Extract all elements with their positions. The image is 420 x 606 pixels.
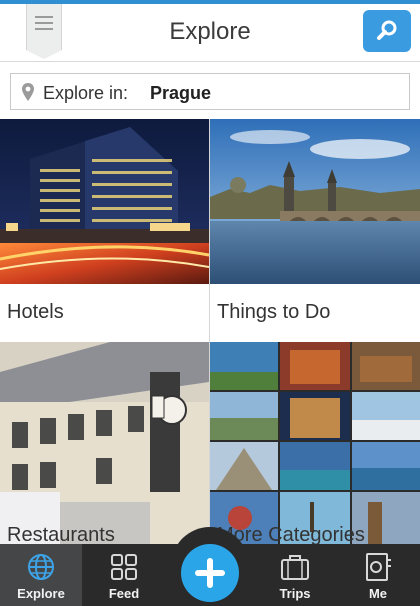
location-value: Prague [150,83,212,103]
tab-me[interactable]: Me [337,544,419,606]
globe-icon [28,554,54,580]
tab-feed[interactable]: Feed [83,544,165,606]
grid-divider [209,119,210,544]
hotels-image [0,119,209,284]
map-pin-icon [22,83,34,101]
search-icon [377,20,397,40]
tab-label: Feed [108,586,140,601]
tab-label: Me [368,586,388,601]
app-header: Explore [0,4,420,62]
page-title: Explore [169,18,251,45]
tab-explore[interactable]: Explore [0,544,82,606]
plus-icon [195,558,225,588]
tab-label: Trips [279,586,311,601]
tab-label: Explore [17,586,65,601]
search-button[interactable] [363,10,411,52]
things-to-do-image [210,119,420,284]
location-label: Explore in: [43,83,129,103]
category-hotels[interactable]: Hotels [0,119,209,331]
restaurants-image [0,342,209,544]
profile-icon [366,553,391,581]
category-more[interactable]: More Categories [210,342,420,544]
category-label: Things to Do [217,301,331,323]
tab-trips[interactable]: Trips [254,544,336,606]
add-button[interactable] [181,544,239,602]
more-categories-image [210,342,420,544]
suitcase-icon [281,555,309,580]
category-restaurants[interactable]: Restaurants [0,342,209,544]
category-label: Hotels [7,301,64,323]
category-things-to-do[interactable]: Things to Do [210,119,420,331]
location-selector[interactable]: Explore in: Prague [10,73,410,110]
grid-icon [111,554,137,580]
category-label: Restaurants [7,524,115,544]
